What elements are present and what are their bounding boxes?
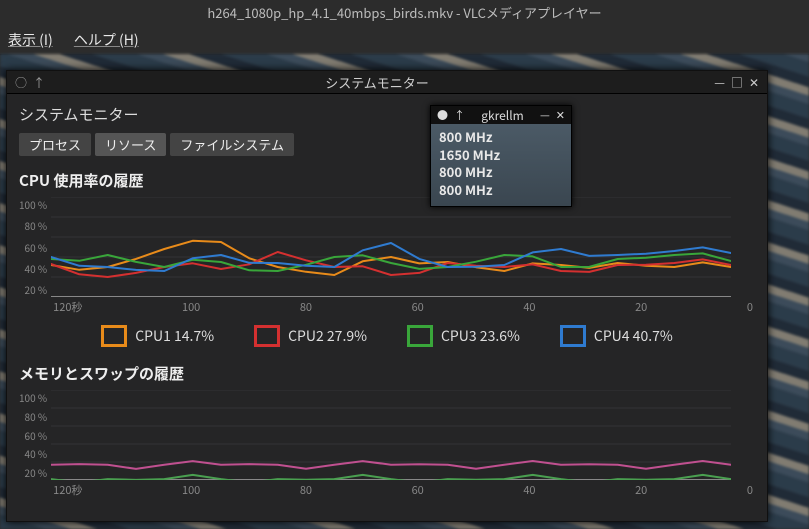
gkrellm-body: 800 MHz 1650 MHz 800 MHz 800 MHz xyxy=(431,124,571,206)
mem-y-axis: 100 %80 %60 %40 %20 % xyxy=(19,390,51,496)
mem-history-title: メモリとスワップの履歴 xyxy=(19,363,755,384)
gkrellm-pin-icon[interactable]: ↑ xyxy=(454,107,465,123)
pin-icon[interactable]: ↑ xyxy=(33,74,45,91)
cpu-y-axis: 100 %80 %60 %40 %20 % xyxy=(19,197,51,313)
cpu-x-axis: 120秒100806040200 xyxy=(51,297,755,315)
tab-resources[interactable]: リソース xyxy=(95,133,166,156)
system-monitor-app-title: システムモニター xyxy=(19,104,755,125)
cpu4-swatch xyxy=(560,325,586,347)
gkrellm-title: gkrellm xyxy=(471,107,534,124)
minimize-icon[interactable]: — xyxy=(714,74,725,91)
gkrellm-line: 800 MHz xyxy=(439,163,563,181)
window-menu-icon[interactable]: ○ xyxy=(15,74,27,91)
cpu2-swatch xyxy=(254,325,280,347)
system-monitor-window-title: システムモニター xyxy=(55,73,699,92)
tab-filesystems[interactable]: ファイルシステム xyxy=(170,133,294,156)
gkrellm-menu-icon[interactable]: ● xyxy=(437,107,448,123)
gkrellm-line: 800 MHz xyxy=(439,128,563,146)
cpu3-swatch xyxy=(407,325,433,347)
gkrellm-line: 1650 MHz xyxy=(439,146,563,164)
gkrellm-line: 800 MHz xyxy=(439,181,563,199)
cpu3-legend-label: CPU3 23.6% xyxy=(441,326,520,346)
cpu-chart-canvas xyxy=(51,197,731,297)
tab-processes[interactable]: プロセス xyxy=(19,133,91,156)
maximize-icon[interactable]: □ xyxy=(731,74,743,91)
gkrellm-minimize-icon[interactable]: — xyxy=(540,107,550,123)
gkrellm-window[interactable]: ● ↑ gkrellm — ✕ 800 MHz 1650 MHz 800 MHz… xyxy=(430,105,572,207)
cpu-legend: CPU1 14.7% CPU2 27.9% CPU3 23.6% CPU4 40… xyxy=(19,325,755,347)
vlc-window-title: h264_1080p_hp_4.1_40mbps_birds.mkv - VLC… xyxy=(0,0,809,26)
vlc-menu-view[interactable]: 表示 (I) xyxy=(8,30,53,50)
cpu1-legend-label: CPU1 14.7% xyxy=(135,326,214,346)
gkrellm-titlebar[interactable]: ● ↑ gkrellm — ✕ xyxy=(431,106,571,124)
cpu-history-title: CPU 使用率の履歴 xyxy=(19,170,755,191)
vlc-menubar: 表示 (I) ヘルプ (H) xyxy=(0,26,809,55)
mem-chart-canvas xyxy=(51,390,731,480)
mem-x-axis: 120秒100806040200 xyxy=(51,480,755,498)
cpu4-legend-label: CPU4 40.7% xyxy=(594,326,673,346)
cpu1-swatch xyxy=(101,325,127,347)
mem-chart: 100 %80 %60 %40 %20 % 120秒100806040200 xyxy=(19,390,755,498)
tabs: プロセス リソース ファイルシステム xyxy=(19,133,755,156)
close-icon[interactable]: ✕ xyxy=(749,74,759,91)
system-monitor-window: ○ ↑ システムモニター — □ ✕ システムモニター プロセス リソース ファ… xyxy=(6,70,768,522)
cpu-chart: 100 %80 %60 %40 %20 % 120秒100806040200 xyxy=(19,197,755,315)
gkrellm-close-icon[interactable]: ✕ xyxy=(556,107,565,123)
vlc-menu-help[interactable]: ヘルプ (H) xyxy=(74,30,139,50)
system-monitor-titlebar[interactable]: ○ ↑ システムモニター — □ ✕ xyxy=(7,71,767,94)
cpu2-legend-label: CPU2 27.9% xyxy=(288,326,367,346)
